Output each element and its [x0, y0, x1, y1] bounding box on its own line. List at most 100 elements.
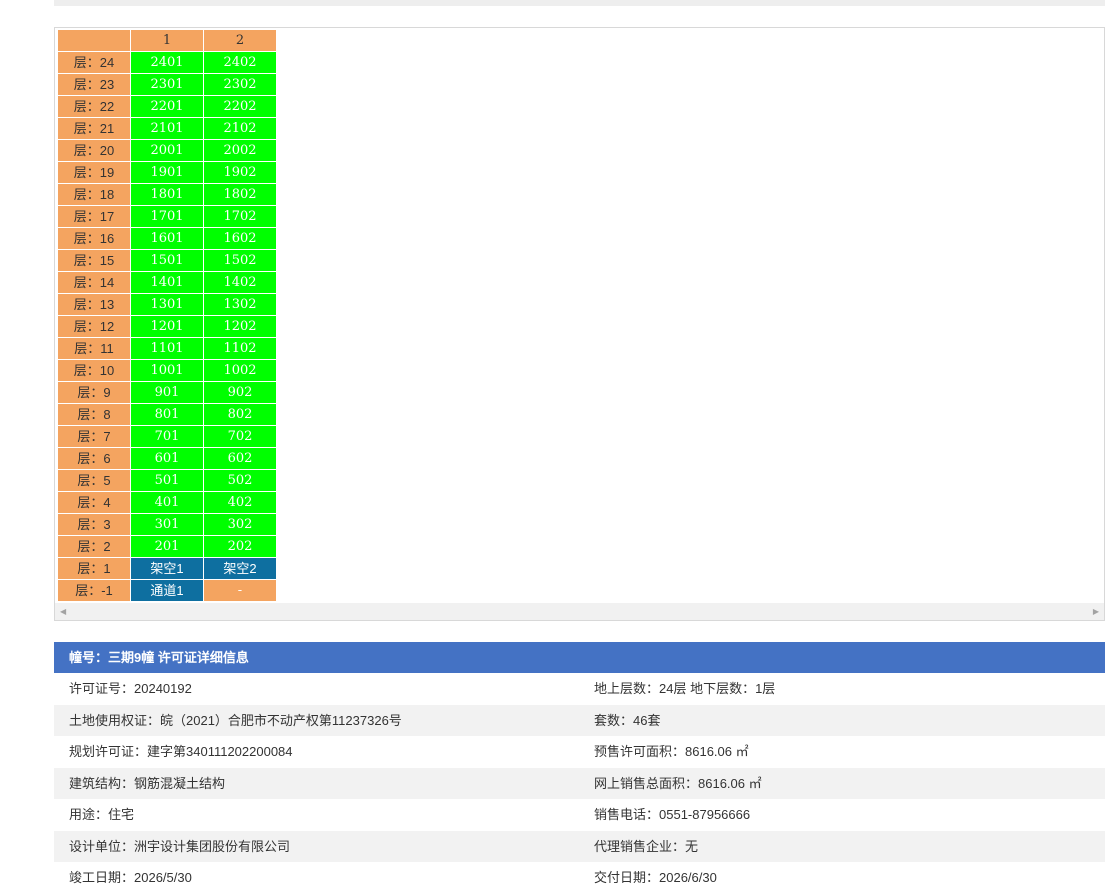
- column-header-2: 2: [203, 29, 277, 52]
- permit-info-right-field: 销售电话：0551-87956666: [594, 807, 751, 822]
- permit-info-right-field: 预售许可面积：8616.06 ㎡: [594, 744, 749, 759]
- floor-row: 层：24 2401 2402: [57, 51, 277, 74]
- unit-cell[interactable]: 1001: [130, 359, 204, 382]
- horizontal-scrollbar[interactable]: ◀ ▶: [55, 603, 1104, 620]
- unit-cell[interactable]: 2401: [130, 51, 204, 74]
- floor-row: 层：11 1101 1102: [57, 337, 277, 360]
- permit-info-row: 许可证号：20240192 地上层数：24层 地下层数：1层: [54, 673, 1105, 705]
- floor-row: 层：18 1801 1802: [57, 183, 277, 206]
- unit-cell[interactable]: 701: [130, 425, 204, 448]
- floor-row: 层：3 301 302: [57, 513, 277, 536]
- floor-row: 层：9 901 902: [57, 381, 277, 404]
- floor-row: 层：8 801 802: [57, 403, 277, 426]
- unit-cell[interactable]: 1801: [130, 183, 204, 206]
- unit-cell[interactable]: 1902: [203, 161, 277, 184]
- floor-label: 层：6: [57, 447, 131, 470]
- floor-label: 层：11: [57, 337, 131, 360]
- scroll-right-icon[interactable]: ▶: [1093, 607, 1099, 616]
- floor-label: 层：13: [57, 293, 131, 316]
- column-header-1: 1: [130, 29, 204, 52]
- unit-cell[interactable]: 901: [130, 381, 204, 404]
- unit-cell[interactable]: 801: [130, 403, 204, 426]
- unit-grid-table: 1 2 层：24 2401 2402 层：23 2301 2302 层：22 2201 2202 层：…: [57, 29, 277, 602]
- unit-cell[interactable]: 1901: [130, 161, 204, 184]
- floor-row: 层：23 2301 2302: [57, 73, 277, 96]
- floor-label: 层：9: [57, 381, 131, 404]
- floor-label: 层：16: [57, 227, 131, 250]
- unit-cell[interactable]: 401: [130, 491, 204, 514]
- unit-cell[interactable]: 2202: [203, 95, 277, 118]
- unit-cell[interactable]: 2001: [130, 139, 204, 162]
- floor-row: 层：12 1201 1202: [57, 315, 277, 338]
- unit-cell[interactable]: 302: [203, 513, 277, 536]
- unit-cell[interactable]: 802: [203, 403, 277, 426]
- unit-cell[interactable]: 1602: [203, 227, 277, 250]
- floor-label: 层：21: [57, 117, 131, 140]
- unit-cell[interactable]: 架空2: [203, 557, 277, 580]
- unit-cell[interactable]: 402: [203, 491, 277, 514]
- unit-cell[interactable]: 1601: [130, 227, 204, 250]
- floor-label: 层：1: [57, 557, 131, 580]
- unit-cell[interactable]: 1101: [130, 337, 204, 360]
- unit-cell[interactable]: 1302: [203, 293, 277, 316]
- unit-cell[interactable]: 902: [203, 381, 277, 404]
- unit-cell[interactable]: 1402: [203, 271, 277, 294]
- floor-label: 层：19: [57, 161, 131, 184]
- floor-row: 层：6 601 602: [57, 447, 277, 470]
- unit-cell[interactable]: 1501: [130, 249, 204, 272]
- unit-cell[interactable]: 1002: [203, 359, 277, 382]
- floor-row: 层：13 1301 1302: [57, 293, 277, 316]
- unit-cell[interactable]: 502: [203, 469, 277, 492]
- permit-info-right-field: 代理销售企业：无: [594, 838, 699, 854]
- permit-info-left-field: 土地使用权证：皖（2021）合肥市不动产权第11237326号: [69, 712, 402, 728]
- unit-cell[interactable]: 1701: [130, 205, 204, 228]
- unit-cell[interactable]: 301: [130, 513, 204, 536]
- unit-cell[interactable]: 通道1: [130, 579, 204, 602]
- floor-label: 层：7: [57, 425, 131, 448]
- unit-cell[interactable]: 602: [203, 447, 277, 470]
- unit-cell[interactable]: 601: [130, 447, 204, 470]
- permit-info-row: 建筑结构：钢筋混凝土结构 网上销售总面积：8616.06 ㎡: [54, 767, 1105, 799]
- floor-row: 层：4 401 402: [57, 491, 277, 514]
- floor-label: 层：5: [57, 469, 131, 492]
- unit-table-panel: 1 2 层：24 2401 2402 层：23 2301 2302 层：22 2201 2202 层：…: [54, 27, 1105, 621]
- floor-label: 层：15: [57, 249, 131, 272]
- floor-label: 层：4: [57, 491, 131, 514]
- floor-row: 层：-1 通道1-: [57, 579, 277, 602]
- permit-info-right-field: 地上层数：24层 地下层数：1层: [594, 681, 776, 696]
- unit-cell[interactable]: 2402: [203, 51, 277, 74]
- unit-cell[interactable]: 1201: [130, 315, 204, 338]
- unit-cell[interactable]: 1802: [203, 183, 277, 206]
- floor-row: 层：2 201 202: [57, 535, 277, 558]
- floor-label: 层：24: [57, 51, 131, 74]
- unit-cell[interactable]: 2301: [130, 73, 204, 96]
- floor-label: 层：3: [57, 513, 131, 536]
- unit-cell[interactable]: 1202: [203, 315, 277, 338]
- unit-cell[interactable]: 2201: [130, 95, 204, 118]
- unit-cell[interactable]: 702: [203, 425, 277, 448]
- unit-cell[interactable]: 2002: [203, 139, 277, 162]
- unit-cell[interactable]: 2302: [203, 73, 277, 96]
- permit-info-left-field: 许可证号：20240192: [69, 681, 192, 696]
- floor-row: 层：5 501 502: [57, 469, 277, 492]
- permit-info-row: 规划许可证：建字第340111202200084 预售许可面积：8616.06 ㎡: [54, 736, 1105, 768]
- permit-info-row: 土地使用权证：皖（2021）合肥市不动产权第11237326号 套数：46套: [54, 704, 1105, 736]
- unit-cell[interactable]: 2101: [130, 117, 204, 140]
- unit-cell[interactable]: 1102: [203, 337, 277, 360]
- unit-cell[interactable]: 202: [203, 535, 277, 558]
- floor-row: 层：21 2101 2102: [57, 117, 277, 140]
- floor-label: 层：18: [57, 183, 131, 206]
- grid-header-row: 12: [57, 29, 277, 52]
- permit-info-left-field: 建筑结构：钢筋混凝土结构: [69, 775, 226, 791]
- permit-info-right-field: 套数：46套: [594, 712, 661, 728]
- unit-cell[interactable]: 1702: [203, 205, 277, 228]
- unit-cell[interactable]: 架空1: [130, 557, 204, 580]
- unit-cell[interactable]: 1301: [130, 293, 204, 316]
- unit-cell[interactable]: 1502: [203, 249, 277, 272]
- unit-cell[interactable]: 1401: [130, 271, 204, 294]
- unit-cell[interactable]: 201: [130, 535, 204, 558]
- scroll-left-icon[interactable]: ◀: [60, 607, 66, 616]
- unit-cell[interactable]: 501: [130, 469, 204, 492]
- unit-cell[interactable]: 2102: [203, 117, 277, 140]
- floor-label: 层：17: [57, 205, 131, 228]
